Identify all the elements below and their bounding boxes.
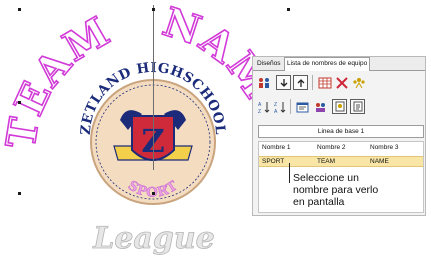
arrow-down-icon[interactable] — [276, 75, 291, 90]
league-text[interactable]: League — [92, 221, 215, 257]
selection-handle[interactable] — [152, 8, 155, 11]
table-cell[interactable]: TEAM — [317, 157, 335, 166]
selection-handle[interactable] — [18, 101, 21, 104]
table-row[interactable]: SPORT TEAM NAME — [259, 156, 423, 167]
panel-tabs: Diseños Lista de nombres de equipo — [253, 57, 425, 71]
team-people-icon[interactable] — [256, 75, 271, 90]
svg-text:A: A — [258, 102, 262, 108]
selection-handle[interactable] — [287, 8, 290, 11]
team-settings-icon[interactable] — [312, 99, 327, 114]
selection-handle[interactable] — [18, 8, 21, 11]
callout-line-3: en pantalla — [293, 196, 345, 208]
delete-x-icon[interactable] — [334, 75, 349, 90]
people-group-icon[interactable] — [351, 75, 366, 90]
export-icon[interactable] — [350, 99, 365, 114]
baseline-button[interactable]: Linea de base 1 — [258, 125, 424, 138]
column-header[interactable]: Nombre 3 — [370, 142, 399, 154]
grid-table-icon[interactable] — [317, 75, 332, 90]
selection-handle[interactable] — [152, 192, 155, 195]
vertical-guide-line — [153, 5, 154, 170]
table-header: Nombre 1 Nombre 2 Nombre 3 — [259, 142, 423, 154]
svg-text:A: A — [274, 109, 278, 114]
svg-text:Z: Z — [258, 109, 261, 114]
table-cell[interactable]: NAME — [370, 157, 389, 166]
tab-designs[interactable]: Diseños — [255, 58, 282, 70]
selection-handle[interactable] — [18, 192, 21, 195]
sort-descending-icon[interactable]: ZA — [272, 99, 287, 114]
import-icon[interactable] — [332, 99, 347, 114]
callout-line-1: Seleccione un — [293, 172, 359, 184]
callout-line — [289, 163, 290, 183]
table-cell[interactable]: SPORT — [262, 157, 284, 166]
column-header[interactable]: Nombre 2 — [317, 142, 346, 154]
arrow-up-icon[interactable] — [293, 75, 308, 90]
tab-team-names-list[interactable]: Lista de nombres de equipo — [284, 57, 371, 71]
column-header[interactable]: Nombre 1 — [262, 142, 291, 154]
svg-text:Z: Z — [274, 102, 277, 108]
callout-line-2: nombre para verlo — [293, 184, 379, 196]
sort-ascending-icon[interactable]: AZ — [256, 99, 271, 114]
instruction-callout: Seleccione un nombre para verlo en panta… — [293, 172, 383, 208]
properties-icon[interactable] — [295, 99, 310, 114]
